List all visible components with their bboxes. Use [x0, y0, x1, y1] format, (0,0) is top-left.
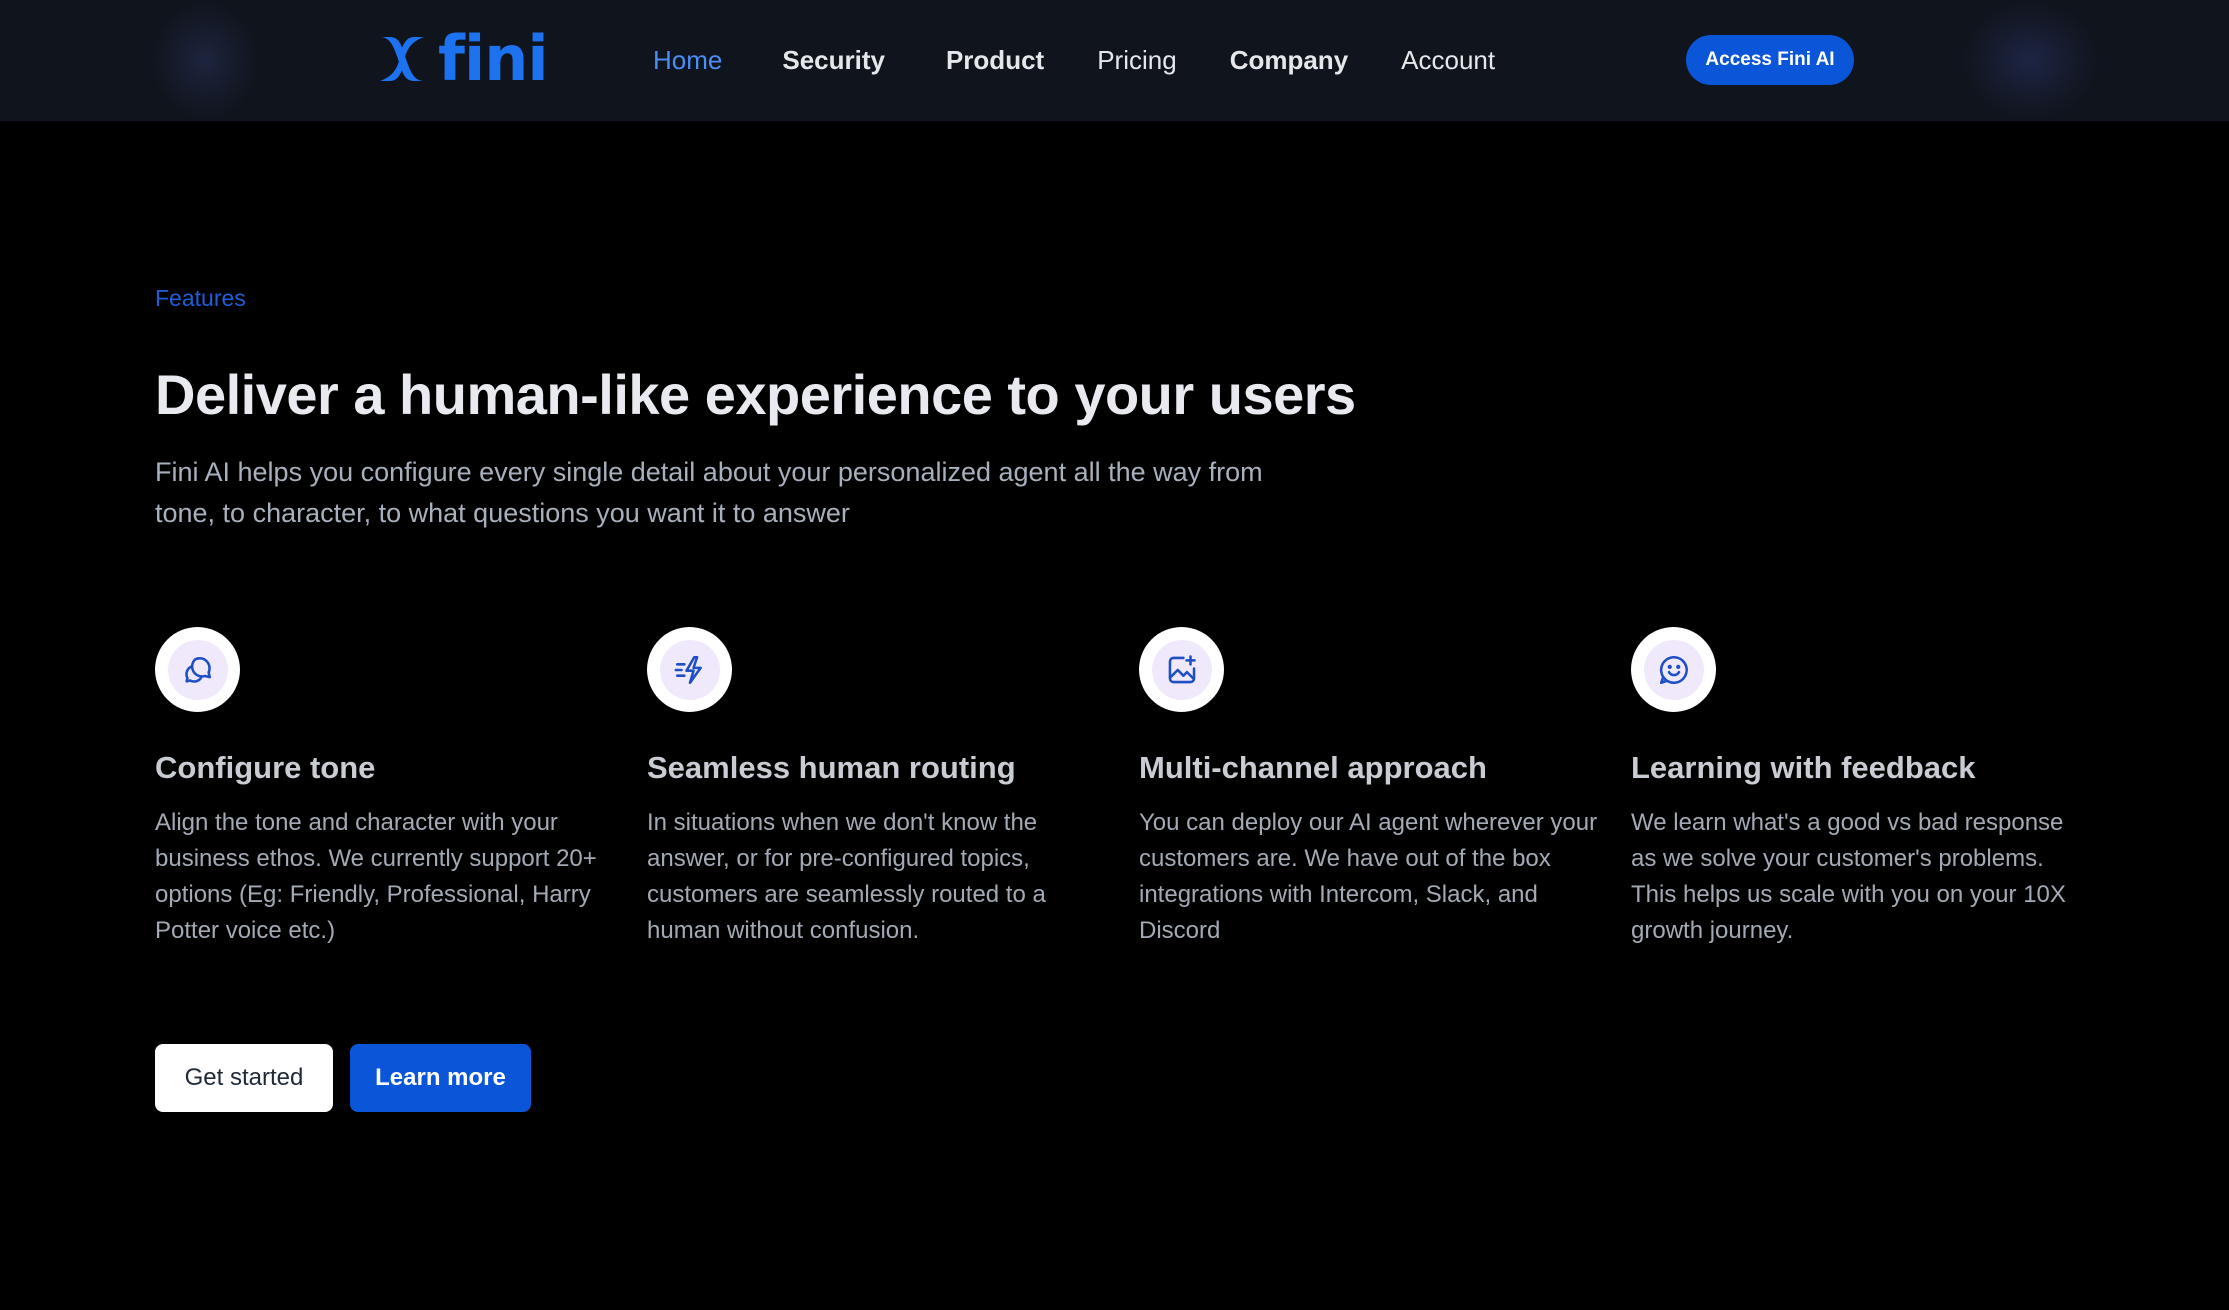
nav-link-company[interactable]: Company [1230, 40, 1348, 80]
fini-logo[interactable]: fini [376, 22, 549, 95]
feature-card-multi-channel: Multi-channel approach You can deploy ou… [1139, 627, 1599, 944]
nav-link-account[interactable]: Account [1401, 40, 1495, 80]
page-subtitle: Fini AI helps you configure every single… [155, 457, 1263, 528]
feature-description: In situations when we don't know the ans… [647, 809, 1046, 944]
section-eyebrow: Features [155, 285, 246, 311]
nav-link-security[interactable]: Security [782, 40, 885, 80]
nav-link-product[interactable]: Product [946, 40, 1044, 80]
lightning-routing-icon [674, 655, 702, 684]
page-title: Deliver a human-like experience to your … [155, 363, 1356, 426]
feature-title: Seamless human routing [647, 750, 1016, 785]
page: fini Home Security Product Pricing Compa… [0, 0, 2229, 1310]
feature-icon-badge [647, 627, 732, 712]
feature-card-configure-tone: Configure tone Align the tone and charac… [155, 627, 615, 944]
feature-description: Align the tone and character with your b… [155, 809, 597, 944]
get-started-button[interactable]: Get started [155, 1044, 333, 1112]
smiley-chat-icon [1659, 655, 1688, 684]
feature-title: Learning with feedback [1631, 750, 1976, 785]
learn-more-button[interactable]: Learn more [350, 1044, 531, 1112]
feature-description: We learn what's a good vs bad response a… [1631, 809, 2066, 944]
feature-title: Multi-channel approach [1139, 750, 1487, 785]
feature-icon-badge [155, 627, 240, 712]
feature-card-human-routing: Seamless human routing In situations whe… [647, 627, 1107, 944]
fini-x-logo-icon [380, 37, 424, 81]
image-sparkle-icon [1168, 654, 1196, 683]
feature-icon-badge [1139, 627, 1224, 712]
chat-bubbles-icon [184, 656, 211, 683]
main-nav: Home Security Product Pricing Company Ac… [653, 40, 1495, 80]
logo-wordmark: fini [438, 22, 549, 95]
access-fini-ai-button[interactable]: Access Fini AI [1686, 35, 1854, 85]
nav-link-home[interactable]: Home [653, 40, 722, 80]
feature-card-learning-feedback: Learning with feedback We learn what's a… [1631, 627, 2091, 944]
feature-icon-badge [1631, 627, 1716, 712]
top-navbar: fini Home Security Product Pricing Compa… [0, 0, 2229, 121]
nav-link-pricing[interactable]: Pricing [1097, 40, 1176, 80]
feature-title: Configure tone [155, 750, 376, 785]
feature-description: You can deploy our AI agent wherever you… [1139, 809, 1598, 944]
